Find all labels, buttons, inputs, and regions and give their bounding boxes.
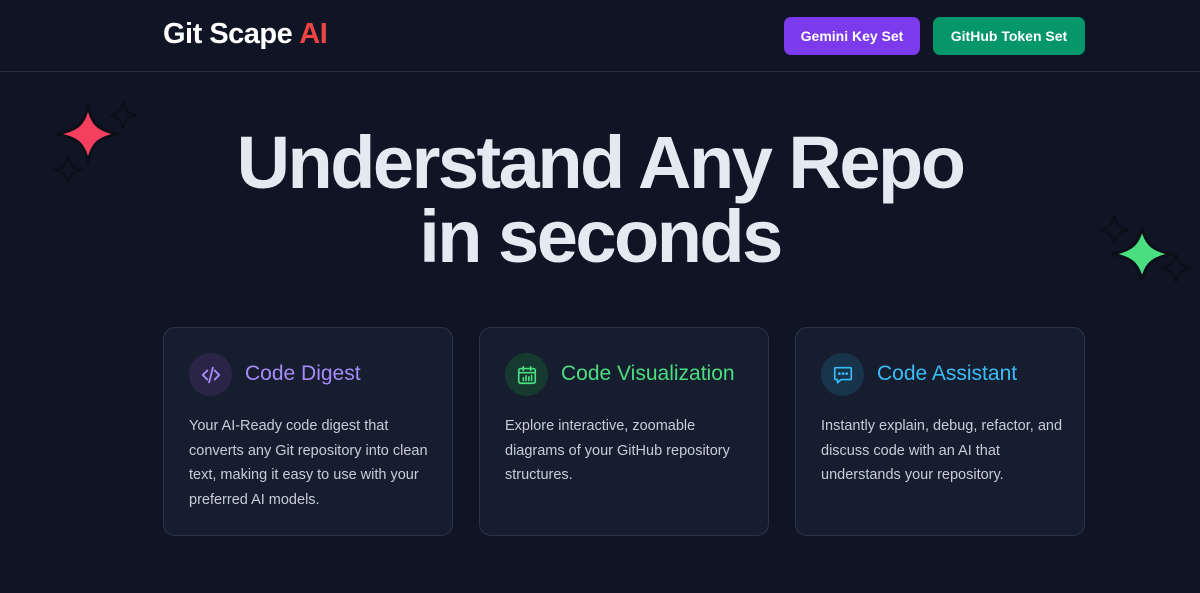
calendar-chart-icon	[505, 353, 548, 396]
hero-line-2: in seconds	[419, 195, 783, 278]
github-token-button[interactable]: GitHub Token Set	[933, 17, 1085, 55]
feature-description: Explore interactive, zoomable diagrams o…	[505, 418, 730, 483]
feature-title: Code Assistant	[877, 362, 1018, 385]
feature-title: Code Digest	[245, 362, 361, 385]
navbar: Git Scape AI Gemini Key Set GitHub Token …	[0, 0, 1200, 72]
code-brackets-icon	[189, 353, 232, 396]
hero-heading: Understand Any Repo in seconds	[0, 126, 1200, 274]
feature-description: Your AI-Ready code digest that converts …	[189, 418, 428, 508]
feature-card-code-assistant[interactable]: Code Assistant Instantly explain, debug,…	[795, 327, 1085, 536]
brand-accent: AI	[299, 18, 328, 50]
brand-logo[interactable]: Git Scape AI	[163, 18, 328, 51]
brand-name: Git Scape	[163, 18, 293, 50]
feature-title: Code Visualization	[561, 362, 735, 385]
chat-bubble-icon	[821, 353, 864, 396]
feature-card-code-digest[interactable]: Code Digest Your AI-Ready code digest th…	[163, 327, 453, 536]
feature-card-code-visualization[interactable]: Code Visualization Explore interactive, …	[479, 327, 769, 536]
gemini-key-button[interactable]: Gemini Key Set	[784, 17, 920, 55]
hero-line-1: Understand Any Repo	[236, 121, 966, 204]
feature-description: Instantly explain, debug, refactor, and …	[821, 418, 1063, 483]
